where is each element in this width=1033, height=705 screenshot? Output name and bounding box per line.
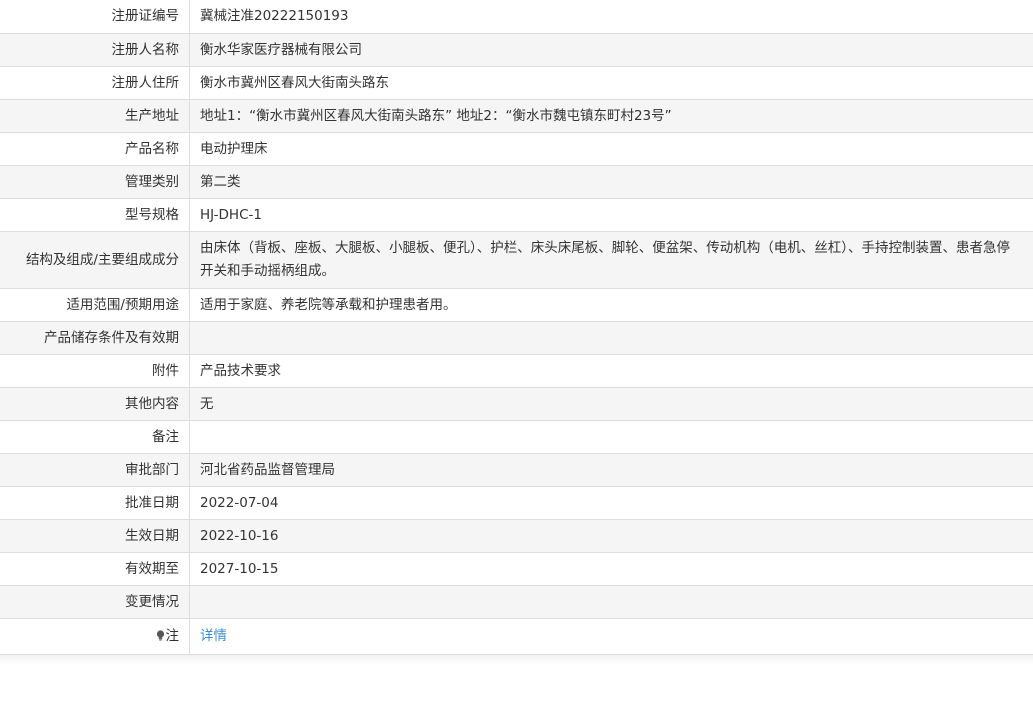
row-label: 注册人名称	[0, 33, 190, 67]
note-label-cell: 注	[0, 618, 190, 655]
table-row-product-name: 产品名称 电动护理床	[0, 132, 1033, 166]
table-row-storage-validity: 产品储存条件及有效期	[0, 321, 1033, 355]
row-value: 无	[189, 387, 1033, 421]
row-label: 注册人住所	[0, 66, 190, 100]
table-row-effective-date: 生效日期 2022-10-16	[0, 519, 1033, 553]
row-value: 电动护理床	[189, 132, 1033, 166]
table-row-production-address: 生产地址 地址1：“衡水市冀州区春风大街南头路东” 地址2：“衡水市魏屯镇东町村…	[0, 99, 1033, 133]
panel-bottom-shadow	[0, 654, 1033, 665]
row-value: 第二类	[189, 165, 1033, 199]
row-value	[189, 321, 1033, 355]
row-value: 由床体（背板、座板、大腿板、小腿板、便孔）、护栏、床头床尾板、脚轮、便盆架、传动…	[189, 231, 1033, 289]
row-value	[189, 585, 1033, 619]
details-link[interactable]: 详情	[200, 628, 227, 644]
table-row-management-category: 管理类别 第二类	[0, 165, 1033, 199]
row-label: 产品名称	[0, 132, 190, 166]
row-value	[189, 420, 1033, 454]
row-value: 衡水市冀州区春风大街南头路东	[189, 66, 1033, 100]
row-label: 管理类别	[0, 165, 190, 199]
row-label: 变更情况	[0, 585, 190, 619]
registration-detail-table: 注册证编号 冀械注准20222150193 注册人名称 衡水华家医疗器械有限公司…	[0, 0, 1033, 655]
row-label: 生产地址	[0, 99, 190, 133]
table-row-registrant-address: 注册人住所 衡水市冀州区春风大街南头路东	[0, 66, 1033, 100]
row-label: 其他内容	[0, 387, 190, 421]
row-value: 适用于家庭、养老院等承载和护理患者用。	[189, 288, 1033, 322]
row-value: 2022-10-16	[189, 519, 1033, 553]
row-value: 河北省药品监督管理局	[189, 453, 1033, 487]
table-row-intended-use: 适用范围/预期用途 适用于家庭、养老院等承载和护理患者用。	[0, 288, 1033, 322]
row-value: 产品技术要求	[189, 354, 1033, 388]
table-row-approval-department: 审批部门 河北省药品监督管理局	[0, 453, 1033, 487]
row-label: 型号规格	[0, 198, 190, 232]
table-row-structure-composition: 结构及组成/主要组成成分 由床体（背板、座板、大腿板、小腿板、便孔）、护栏、床头…	[0, 231, 1033, 289]
row-label: 备注	[0, 420, 190, 454]
row-value: 2022-07-04	[189, 486, 1033, 520]
table-row-other-content: 其他内容 无	[0, 387, 1033, 421]
row-label: 附件	[0, 354, 190, 388]
row-value: 冀械注准20222150193	[189, 0, 1033, 34]
row-label: 批准日期	[0, 486, 190, 520]
note-label: 注	[165, 627, 180, 644]
row-label: 审批部门	[0, 453, 190, 487]
table-row-change-status: 变更情况	[0, 585, 1033, 619]
table-row-valid-until: 有效期至 2027-10-15	[0, 552, 1033, 586]
row-label: 生效日期	[0, 519, 190, 553]
row-label: 产品储存条件及有效期	[0, 321, 190, 355]
row-value: HJ-DHC-1	[189, 198, 1033, 232]
table-row-remarks: 备注	[0, 420, 1033, 454]
table-row-model-spec: 型号规格 HJ-DHC-1	[0, 198, 1033, 232]
note-value-cell: 详情	[189, 618, 1033, 655]
row-label: 有效期至	[0, 552, 190, 586]
table-row-note: 注 详情	[0, 618, 1033, 655]
row-value: 地址1：“衡水市冀州区春风大街南头路东” 地址2：“衡水市魏屯镇东町村23号”	[189, 99, 1033, 133]
row-label: 结构及组成/主要组成成分	[0, 231, 190, 289]
table-row-registration-number: 注册证编号 冀械注准20222150193	[0, 0, 1033, 34]
bulb-icon	[156, 626, 165, 648]
table-row-attachment: 附件 产品技术要求	[0, 354, 1033, 388]
row-value: 2027-10-15	[189, 552, 1033, 586]
row-label: 适用范围/预期用途	[0, 288, 190, 322]
row-value: 衡水华家医疗器械有限公司	[189, 33, 1033, 67]
row-label: 注册证编号	[0, 0, 190, 34]
table-row-registrant-name: 注册人名称 衡水华家医疗器械有限公司	[0, 33, 1033, 67]
table-row-approval-date: 批准日期 2022-07-04	[0, 486, 1033, 520]
